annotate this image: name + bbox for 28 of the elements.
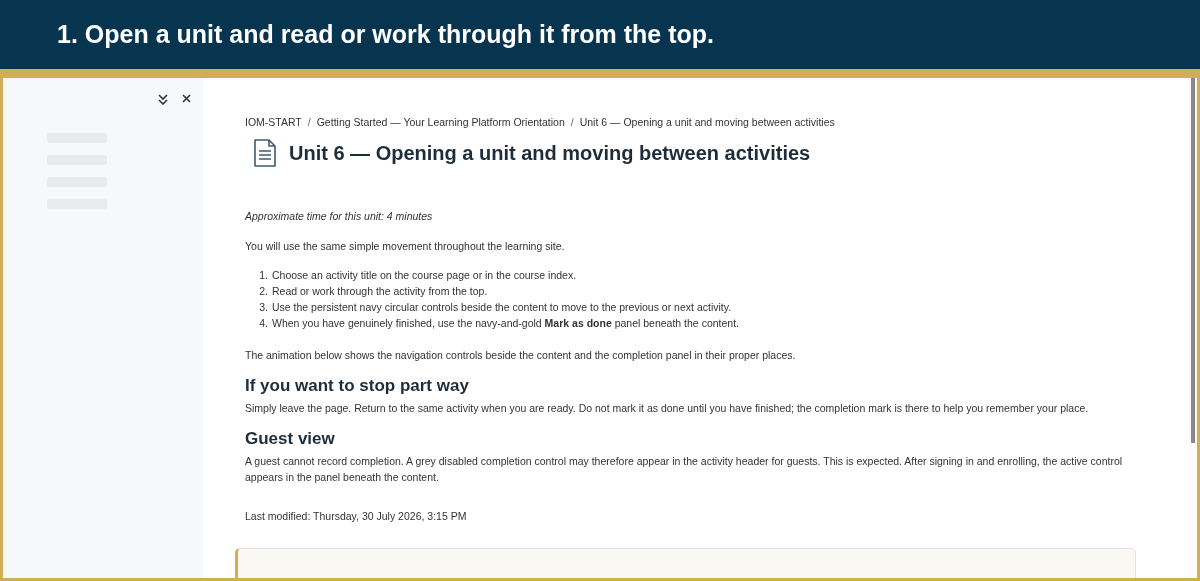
step-number: 2. (258, 284, 268, 299)
step-text: Choose an activity title on the course page or in the course index. (272, 268, 577, 283)
page-title: Unit 6 — Opening a unit and moving between activities (289, 141, 811, 165)
step-number: 4. (258, 316, 268, 331)
breadcrumb-link[interactable]: IOM-START (245, 116, 302, 128)
step-number: 3. (258, 300, 268, 315)
step-number: 1. (258, 268, 268, 283)
section-heading: Guest view (245, 429, 336, 449)
document-icon (253, 138, 277, 168)
body-text: The animation below shows the navigation controls beside the content and the completion panel in their proper places. (245, 348, 797, 363)
time-note: Approximate time for this unit: 4 minutes (245, 210, 434, 222)
body-text: Simply leave the page. Return to the same activity when you are ready. Do not mark it as done until you have finished; the completion mark is there to help you remember your place. (245, 401, 1090, 416)
step-text: When you have genuinely finished, use the navy-and-gold Mark as done panel beneath the content. (272, 316, 739, 331)
body-text: A guest cannot record completion. A grey disabled completion control may therefore appear in the activity header for guests. This is expected. After signing in and enrolling, the active control appears in the panel beneath the content. (245, 454, 1124, 485)
step-text: Read or work through the activity from the top. (272, 284, 488, 299)
intro-text: You will use the same simple movement throughout the learning site. (245, 239, 566, 254)
section-heading: If you want to stop part way (245, 376, 470, 396)
breadcrumb-link[interactable]: Unit 6 — Opening a unit and moving between activities (579, 116, 835, 128)
last-modified: Last modified: Thursday, 30 July 2026, 3:15 PM (245, 509, 468, 524)
breadcrumb-separator: / (307, 116, 311, 128)
banner-title: 1. Open a unit and read or work through it from the top. (57, 20, 714, 49)
step-text: Use the persistent navy circular controls beside the content to move to the previous or next activity. (272, 300, 732, 315)
scrollbar-thumb[interactable] (1191, 78, 1195, 443)
collapse-icon[interactable] (158, 94, 168, 105)
close-icon[interactable] (182, 94, 191, 103)
scrollbar[interactable] (1189, 78, 1197, 578)
breadcrumb-separator: / (570, 116, 574, 128)
breadcrumb-link[interactable]: Getting Started — Your Learning Platform Orientation (316, 116, 565, 128)
